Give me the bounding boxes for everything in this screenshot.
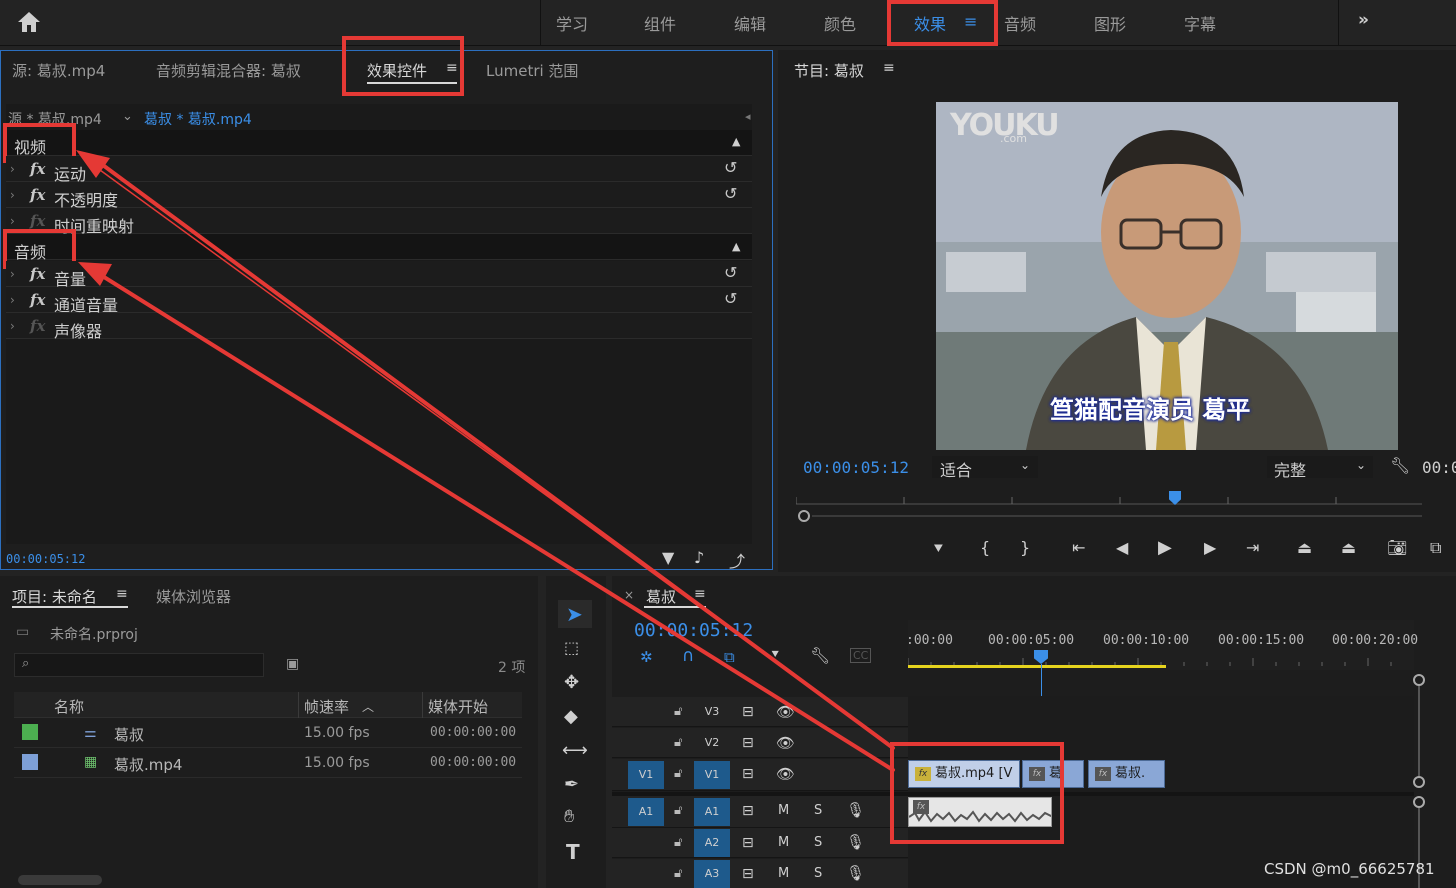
watermark-text: CSDN @m0_66625781: [1264, 860, 1435, 878]
annotation-arrows: [76, 150, 895, 772]
